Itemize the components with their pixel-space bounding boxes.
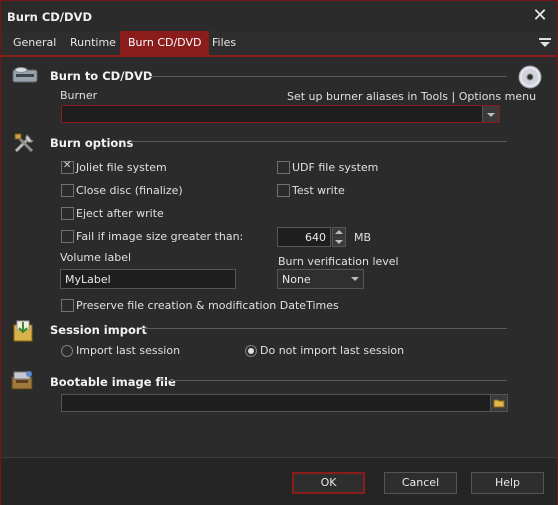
verify-level-caption: Burn verification level [278,255,399,268]
bootable-image-path-input[interactable] [61,394,508,412]
burner-label: Burner [60,89,98,102]
tab-runtime[interactable]: Runtime [62,31,124,55]
udf-label: UDF file system [292,161,379,174]
test-write-checkbox[interactable] [277,184,290,197]
burn-cd-dvd-dialog: Burn CD/DVD ✕ General Runtime Burn CD/DV… [0,0,558,505]
burn-to-title: Burn to CD/DVD [50,69,153,83]
eject-checkbox[interactable] [61,207,74,220]
ok-button[interactable]: OK [292,472,365,494]
chevron-down-icon[interactable] [482,106,499,122]
tab-bar: General Runtime Burn CD/DVD Files [1,31,557,57]
folder-icon [493,399,505,408]
spin-up-icon[interactable] [335,230,343,234]
bootable-image-title: Bootable image file [50,375,176,389]
bootable-image-icon [11,371,33,390]
dialog-footer: OK Cancel Help [1,457,557,505]
chevron-down-icon[interactable] [347,270,363,288]
session-import-title: Session import [50,323,148,337]
cancel-button[interactable]: Cancel [384,472,457,494]
spin-down-icon[interactable] [335,240,343,244]
verify-level-select[interactable]: None [277,269,364,289]
divider [149,76,507,77]
size-unit: MB [354,231,372,244]
close-icon[interactable]: ✕ [529,5,551,27]
divider [131,141,507,142]
preserve-label: Preserve file creation & modification Da… [76,299,339,312]
joliet-label: Joliet file system [76,161,167,174]
tab-general[interactable]: General [5,31,64,55]
size-stepper[interactable] [332,227,346,247]
size-input[interactable]: 640 [277,227,331,247]
no-import-radio[interactable] [245,345,257,357]
tab-content: Burn to CD/DVD Burner Set up burner alia… [1,57,557,457]
tab-menu-icon[interactable] [539,36,551,50]
tools-icon [14,133,34,153]
import-last-label: Import last session [76,344,181,357]
window-title: Burn CD/DVD [7,10,92,24]
volume-label-caption: Volume label [60,251,132,264]
divider [160,380,507,381]
tab-burn-cd-dvd[interactable]: Burn CD/DVD [120,31,210,55]
import-last-radio[interactable] [61,345,73,357]
eject-label: Eject after write [76,207,164,220]
volume-label-input[interactable]: MyLabel [60,269,236,289]
burner-select[interactable] [61,105,500,123]
joliet-checkbox[interactable] [61,160,74,174]
no-import-label: Do not import last session [260,344,405,357]
browse-folder-button[interactable] [490,395,507,411]
preserve-checkbox[interactable] [61,299,74,312]
fail-size-checkbox[interactable] [61,230,74,243]
verify-level-value: None [282,273,311,286]
divider [142,328,507,329]
tab-files[interactable]: Files [204,31,244,55]
burn-options-title: Burn options [50,136,134,150]
close-disc-label: Close disc (finalize) [76,184,183,197]
close-disc-checkbox[interactable] [61,184,74,197]
test-write-label: Test write [292,184,345,197]
session-import-icon [13,320,33,342]
help-button[interactable]: Help [471,472,544,494]
burner-alias-hint: Set up burner aliases in Tools | Options… [287,90,537,103]
udf-checkbox[interactable] [277,161,290,174]
cd-drive-icon [12,67,38,83]
fail-size-label: Fail if image size greater than: [76,230,244,243]
title-bar: Burn CD/DVD ✕ [1,1,557,31]
disc-icon [518,65,542,89]
